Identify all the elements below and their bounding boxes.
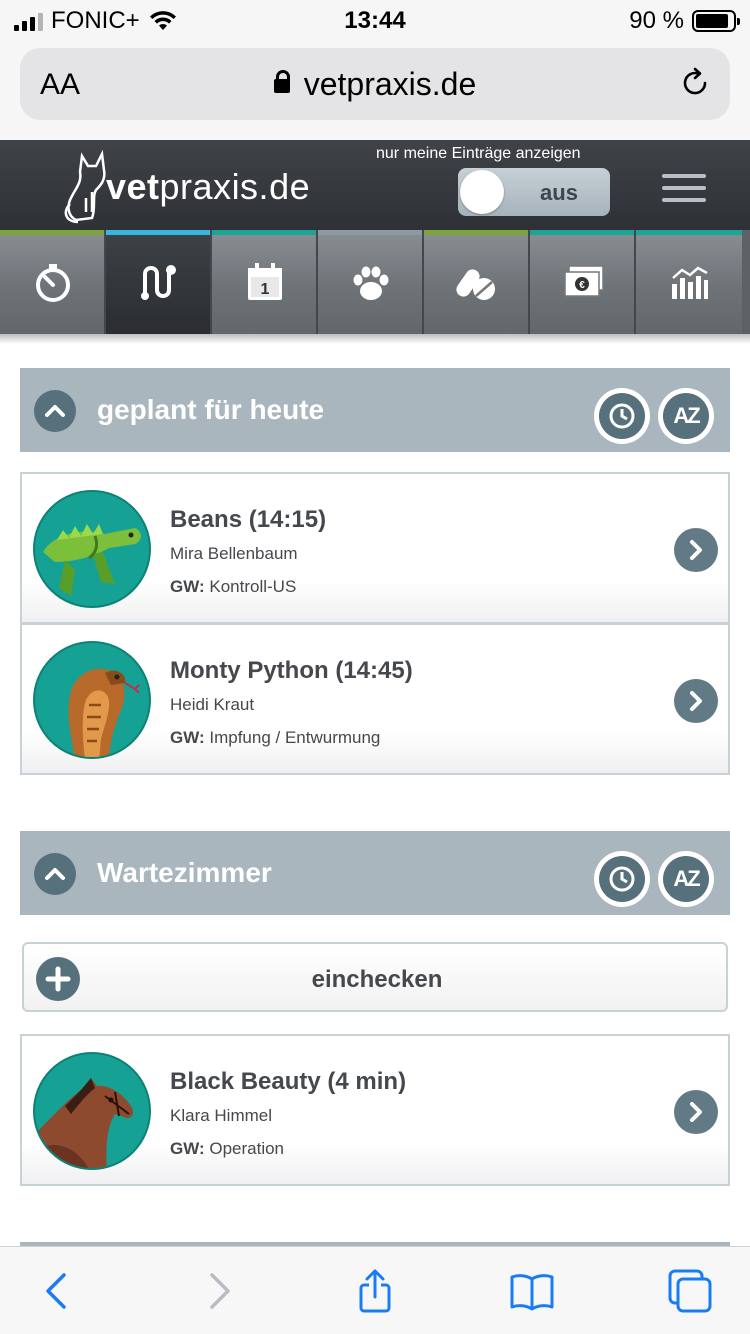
toggle-caption: nur meine Einträge anzeigen [376, 145, 581, 162]
calendar-day: 1 [261, 281, 270, 298]
chevron-right-icon [690, 540, 702, 560]
sort-az-icon: AZ [673, 866, 700, 891]
tabs-icon[interactable] [668, 1269, 712, 1313]
tab-route[interactable] [106, 230, 212, 334]
paw-icon [353, 266, 389, 300]
url-field[interactable]: vetpraxis.de [20, 66, 730, 103]
open-patient-button[interactable] [674, 1090, 718, 1134]
open-patient-button[interactable] [674, 679, 718, 723]
cobra-icon [33, 641, 151, 759]
route-icon [141, 265, 176, 300]
checkin-button[interactable]: einchecken [22, 942, 728, 1012]
owner-name: Klara Himmel [170, 1106, 273, 1125]
browser-toolbar [0, 1246, 750, 1334]
tab-calendar[interactable]: 1 [212, 230, 318, 334]
tab-statistics[interactable] [636, 230, 742, 334]
collapse-waiting-button[interactable] [34, 853, 76, 895]
horse-icon [33, 1052, 151, 1170]
visit-reason: GW: Kontroll-US [170, 577, 297, 596]
section-title-waiting-room: Wartezimmer [97, 857, 272, 888]
money-icon: € [564, 265, 604, 297]
collapse-today-button[interactable] [34, 390, 76, 432]
owner-name: Mira Bellenbaum [170, 544, 298, 563]
chevron-up-icon [45, 405, 65, 417]
open-patient-button[interactable] [674, 528, 718, 572]
patient-card-black-beauty[interactable]: Black Beauty (4 min) Klara Himmel GW: Op… [20, 1034, 730, 1186]
clock-icon [609, 403, 635, 429]
url-text: vetpraxis.de [303, 66, 477, 102]
patient-name: Beans (14:15) [170, 506, 327, 533]
tab-medication[interactable] [424, 230, 530, 334]
owner-name: Heidi Kraut [170, 695, 255, 714]
address-bar[interactable]: AA vetpraxis.de [20, 48, 730, 120]
sort-by-time-button[interactable] [594, 388, 650, 444]
clock-icon [609, 866, 635, 892]
main-tab-bar: 1 € [0, 230, 750, 334]
menu-icon[interactable] [662, 174, 706, 202]
section-header-today: geplant für heute AZ [20, 368, 730, 452]
statistics-icon [672, 266, 708, 299]
svg-text:€: € [579, 280, 585, 291]
patient-card-beans[interactable]: Beans (14:15) Mira Bellenbaum GW: Kontro… [20, 472, 730, 624]
sort-alphabetical-button[interactable]: AZ [658, 851, 714, 907]
patient-card-monty-python[interactable]: Monty Python (14:45) Heidi Kraut GW: Imp… [20, 623, 730, 775]
stopwatch-icon [36, 264, 70, 302]
chevron-right-icon [690, 691, 702, 711]
battery-percent: 90 % [629, 7, 684, 34]
app-header: vetpraxis.de nur meine Einträge anzeigen… [0, 140, 750, 230]
tab-finance[interactable]: € [530, 230, 636, 334]
sort-alphabetical-button[interactable]: AZ [658, 388, 714, 444]
checkin-label: einchecken [311, 966, 443, 993]
status-bar: FONIC+ 13:44 90 % [0, 0, 750, 40]
forward-icon[interactable] [196, 1269, 240, 1313]
visit-reason: GW: Operation [170, 1139, 285, 1158]
tab-bar-shadow [0, 334, 750, 344]
visit-reason: GW: Impfung / Entwurmung [170, 728, 381, 747]
browser-address-area: AA vetpraxis.de [0, 40, 750, 140]
reload-icon[interactable] [678, 66, 712, 100]
status-right: 90 % [629, 7, 740, 35]
toggle-state-label: aus [540, 180, 578, 205]
section-header-waiting-room: Wartezimmer AZ [20, 831, 730, 915]
iguana-icon [33, 490, 151, 608]
battery-icon [692, 10, 740, 32]
tab-timer[interactable] [0, 230, 106, 334]
chevron-up-icon [45, 868, 65, 880]
section-title-today: geplant für heute [97, 394, 325, 425]
back-icon[interactable] [36, 1269, 80, 1313]
tab-patients[interactable] [318, 230, 424, 334]
pills-icon [456, 269, 495, 300]
lock-icon [273, 70, 290, 93]
logo-text: vetpraxis.de [106, 166, 311, 207]
bookmarks-icon[interactable] [510, 1269, 554, 1313]
sort-az-icon: AZ [673, 403, 700, 428]
calendar-icon: 1 [248, 263, 282, 300]
own-entries-toggle[interactable]: aus [458, 168, 610, 216]
toggle-knob [460, 170, 504, 214]
chevron-right-icon [690, 1102, 702, 1122]
share-icon[interactable] [353, 1269, 397, 1313]
patient-name: Monty Python (14:45) [170, 657, 413, 684]
patient-name: Black Beauty (4 min) [170, 1068, 407, 1095]
sort-by-time-button[interactable] [594, 851, 650, 907]
